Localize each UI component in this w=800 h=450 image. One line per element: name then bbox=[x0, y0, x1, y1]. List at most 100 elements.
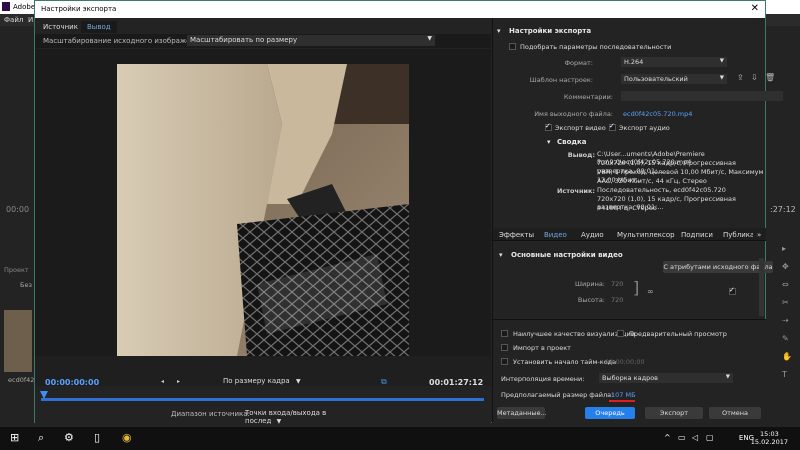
fit-select[interactable]: По размеру кадра ▼ bbox=[223, 377, 301, 387]
tab-publish[interactable]: Публикация bbox=[723, 231, 753, 239]
save-preset-icon[interactable]: ⇪ bbox=[737, 73, 744, 82]
tab-output[interactable]: Вывод bbox=[81, 21, 117, 33]
bg-timecode-right: :27:12 bbox=[770, 205, 796, 214]
taskbar: ⊞ ⌕ ⚙ ▯ ◉ ^ ▭ ◁ ▢ ENG 15:03 15.02.2017 bbox=[0, 427, 800, 450]
taskbar-clock[interactable]: 15:03 15.02.2017 bbox=[751, 430, 788, 446]
comments-label: Комментарии: bbox=[563, 93, 613, 101]
settings-pane: ▾ Настройки экспорта Подобрать параметры… bbox=[492, 18, 783, 423]
source-summary-label: Источник: bbox=[556, 187, 595, 195]
match-sequence-checkbox[interactable] bbox=[509, 43, 516, 50]
range-select[interactable]: Точки входа/выхода в послед ▼ bbox=[245, 409, 349, 425]
max-quality-checkbox[interactable] bbox=[501, 330, 508, 337]
collapse-arrow-icon[interactable]: ▾ bbox=[497, 27, 501, 35]
chrome-icon[interactable]: ◉ bbox=[122, 431, 132, 444]
bracket-icon: ] bbox=[633, 278, 640, 297]
comments-field[interactable] bbox=[621, 91, 783, 101]
queue-button[interactable]: Очередь bbox=[585, 407, 635, 419]
search-icon[interactable]: ⌕ bbox=[38, 431, 44, 445]
use-previews-label: Предварительный просмотр bbox=[629, 330, 727, 338]
tab-video[interactable]: Видео bbox=[544, 231, 567, 239]
bg-project-label: Проект bbox=[4, 266, 29, 274]
scale-label: Масштабирование исходного изображения: bbox=[43, 37, 207, 45]
clock-date: 15.02.2017 bbox=[750, 438, 788, 446]
tab-audio[interactable]: Аудио bbox=[581, 231, 604, 239]
chevron-down-icon: ▼ bbox=[725, 374, 730, 380]
summary-header: Сводка bbox=[557, 138, 587, 146]
notification-icon[interactable]: ▢ bbox=[706, 433, 714, 442]
menu-file[interactable]: Файл bbox=[4, 16, 23, 24]
source-summary-line: 44100 Гц, Стерео bbox=[597, 204, 657, 212]
link-icon[interactable]: ∞ bbox=[647, 287, 654, 296]
start-timecode-value[interactable]: 00;00;00;00 bbox=[605, 358, 645, 366]
preset-label: Шаблон настроек: bbox=[529, 76, 593, 84]
tab-effects[interactable]: Эффекты bbox=[499, 231, 534, 239]
match-source-button[interactable]: С атрибутами исходного файла bbox=[663, 261, 773, 273]
bg-clip-thumbnail bbox=[4, 310, 32, 372]
chevron-down-icon: ▼ bbox=[276, 418, 282, 425]
start-timecode-checkbox[interactable] bbox=[501, 358, 508, 365]
video-collapse-icon[interactable]: ▾ bbox=[499, 251, 503, 259]
export-options-area: Наилучшее качество визуализации Предвари… bbox=[493, 319, 766, 423]
speaker-icon[interactable]: ◁ bbox=[692, 433, 698, 442]
chevron-down-icon: ▼ bbox=[719, 75, 724, 81]
dialog-title: Настройки экспорта bbox=[41, 5, 117, 13]
start-timecode-label: Установить начало тайм-кода bbox=[513, 358, 617, 366]
summary-collapse-icon[interactable]: ▾ bbox=[547, 138, 551, 146]
width-value[interactable]: 720 bbox=[611, 280, 623, 288]
output-name-link[interactable]: ecd0f42c05.720.mp4 bbox=[623, 110, 692, 118]
export-button[interactable]: Экспорт bbox=[645, 407, 703, 419]
import-project-checkbox[interactable] bbox=[501, 344, 508, 351]
scale-select[interactable]: Масштабировать по размеру ▼ bbox=[187, 35, 435, 46]
mark-out-icon[interactable]: ▸ bbox=[177, 378, 180, 385]
crop-icon[interactable]: ⧉ bbox=[381, 377, 387, 387]
export-video-checkbox[interactable] bbox=[545, 122, 552, 131]
video-preview-frame bbox=[117, 64, 409, 356]
current-timecode[interactable]: 00:00:00:00 bbox=[45, 378, 99, 387]
delete-preset-icon[interactable]: 🗑 bbox=[765, 73, 775, 82]
output-name-label: Имя выходного файла: bbox=[534, 110, 613, 118]
filesize-label: Предполагаемый размер файла: bbox=[501, 391, 614, 399]
height-value[interactable]: 720 bbox=[611, 296, 623, 304]
metadata-button[interactable]: Метаданные... bbox=[497, 407, 547, 419]
chevron-down-icon: ▼ bbox=[719, 58, 724, 64]
format-label: Формат: bbox=[564, 59, 593, 67]
timeline-track[interactable] bbox=[41, 398, 484, 401]
use-previews-checkbox[interactable] bbox=[617, 330, 624, 337]
bg-tools-panel: ▸ ✥ ⇔ ✂ ⇢ ✎ ✋ T bbox=[782, 244, 792, 379]
height-label: Высота: bbox=[577, 296, 605, 304]
export-audio-checkbox[interactable] bbox=[609, 122, 616, 131]
cancel-button[interactable]: Отмена bbox=[709, 407, 761, 419]
format-select[interactable]: H.264 ▼ bbox=[621, 57, 727, 67]
document-icon[interactable]: ▯ bbox=[94, 431, 100, 444]
import-preset-icon[interactable]: ⇩ bbox=[751, 73, 758, 82]
more-tabs-icon[interactable]: » bbox=[757, 231, 761, 239]
export-settings-dialog: Настройки экспорта ✕ Источник Вывод Масш… bbox=[34, 0, 783, 425]
tab-multiplexer[interactable]: Мультиплексор bbox=[617, 231, 675, 239]
chevron-down-icon: ▼ bbox=[427, 35, 432, 42]
width-label: Ширина: bbox=[575, 280, 605, 288]
tab-source[interactable]: Источник bbox=[37, 21, 84, 33]
filesize-underline bbox=[609, 400, 635, 402]
width-height-checkbox[interactable] bbox=[729, 286, 736, 295]
bg-file-label: Без bbox=[20, 281, 32, 289]
export-settings-header: Настройки экспорта bbox=[509, 27, 592, 35]
tab-captions[interactable]: Подписи bbox=[681, 231, 713, 239]
duration-timecode: 00:01:27:12 bbox=[429, 378, 484, 387]
interp-select[interactable]: Выборка кадров ▼ bbox=[599, 373, 733, 383]
video-settings-header: Основные настройки видео bbox=[511, 251, 623, 259]
export-audio-label: Экспорт аудио bbox=[619, 124, 670, 132]
mark-in-icon[interactable]: ◂ bbox=[161, 378, 164, 385]
close-icon[interactable]: ✕ bbox=[751, 3, 759, 14]
video-frame-image bbox=[117, 64, 409, 356]
windows-start-icon[interactable]: ⊞ bbox=[10, 431, 19, 444]
export-video-label: Экспорт видео bbox=[555, 124, 606, 132]
gear-icon[interactable]: ⚙ bbox=[64, 431, 74, 444]
filesize-value: 107 МБ bbox=[611, 391, 636, 399]
scrollbar[interactable] bbox=[759, 258, 764, 316]
chevron-up-icon[interactable]: ^ bbox=[664, 433, 671, 442]
format-value: H.264 bbox=[624, 58, 644, 66]
import-project-label: Импорт в проект bbox=[513, 344, 571, 352]
menu-edit[interactable]: И bbox=[28, 16, 33, 24]
preset-select[interactable]: Пользовательский ▼ bbox=[621, 74, 727, 84]
network-icon[interactable]: ▭ bbox=[678, 433, 686, 442]
